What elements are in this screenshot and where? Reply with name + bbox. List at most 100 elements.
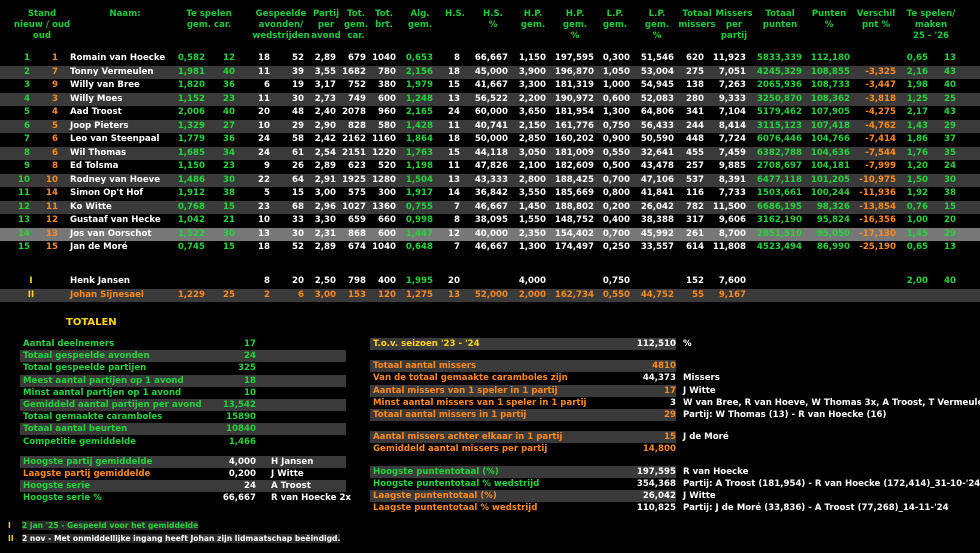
cell-tsg: 1,43 (906, 120, 928, 131)
cell-car: 15 (223, 242, 235, 252)
cell-tsg: 2,17 (906, 107, 928, 117)
cell-brt: 600 (378, 228, 396, 239)
stat-row: Competitie gemiddelde 1,466 (20, 436, 346, 448)
stat-value: 10 (244, 387, 256, 398)
cell-hpp: 181,319 (554, 80, 594, 90)
cell-hp: 3,650 (518, 107, 546, 117)
stat-value: 17 (244, 339, 256, 349)
table-row[interactable]: 14 13 Jos van Oorschot 1,522 30 13 30 2,31 868 60… (0, 227, 980, 241)
cell-mark: II (27, 289, 35, 300)
cell-new: 1 (24, 53, 30, 63)
cell-ppa: 2,91 (314, 174, 336, 185)
stat-value: 18 (244, 375, 256, 386)
cell-gem: 1,522 (177, 228, 205, 239)
cell-miss: 55 (692, 289, 704, 300)
cell-tsc: 29 (944, 228, 956, 239)
table-row[interactable]: 11 14 Simon Op't Hof 1,912 38 5 15 3,00 575 300 1,… (0, 187, 980, 200)
column-header: Te spelen gem. car. (186, 9, 232, 30)
cell-ptsp: 104,636 (810, 147, 850, 158)
table-row[interactable]: 5 4 Aad Troost 2,006 40 20 48 2,40 2078 960 2,165 2… (0, 106, 980, 119)
cell-lpp: 26,042 (640, 201, 674, 212)
cell-car: 30 (223, 228, 235, 239)
cell-hs: 8 (454, 215, 460, 225)
cell-hpp: 161,776 (554, 120, 594, 131)
cell-mpp: 11,923 (712, 53, 746, 63)
cell-tsg: 1,76 (906, 147, 928, 158)
cell-car: 30 (223, 174, 235, 185)
cell-hp: 3,900 (518, 66, 546, 77)
stat-value: 0,200 (228, 469, 256, 479)
cell-alg: 2,156 (405, 66, 433, 77)
cell-ptsp: 108,855 (810, 66, 850, 77)
stat-row: Hoogste serie 24 A Troost (20, 480, 346, 493)
stat-extra: Partij: A Troost (181,954) - R van Hoeck… (683, 478, 980, 489)
table-row[interactable]: 8 6 Wil Thomas 1,685 34 24 61 2,54 2151 1220 1,763… (0, 146, 980, 160)
extra-row[interactable]: I Henk Jansen 8 20 2,50 798 400 1,995 20 4,000 0,7… (0, 275, 980, 288)
cell-hp: 2,200 (518, 93, 546, 104)
cell-pts: 6076,446 (756, 134, 802, 144)
cell-hs: 15 (448, 147, 460, 158)
table-row[interactable]: 9 8 Ed Tolsma 1,150 23 9 26 2,89 623 520 1,198 11 47… (0, 160, 980, 173)
table-row[interactable]: 4 3 Willy Moes 1,152 23 11 30 2,73 749 600 1,248 13… (0, 92, 980, 106)
table-row[interactable]: 6 5 Joop Pieters 1,329 27 10 29 2,90 828 580 1,428… (0, 119, 980, 133)
cell-totcar: 1027 (342, 201, 366, 212)
stat-extra: Missers (683, 373, 720, 384)
table-row[interactable]: 3 9 Willy van Bree 1,820 36 6 19 3,17 752 380 1,97… (0, 79, 980, 92)
cell-ptsp: 107,418 (810, 120, 850, 131)
cell-hpp: 160,202 (554, 134, 594, 144)
stat-label: Laagste puntentotaal (%) (373, 491, 497, 501)
cell-hsp: 46,667 (474, 242, 508, 252)
cell-hs: 13 (448, 174, 460, 185)
table-row[interactable]: 12 11 Ko Witte 0,768 15 23 68 2,96 1027 1360 0,755… (0, 200, 980, 214)
cell-lpp: 52,083 (640, 93, 674, 104)
cell-hsp: 52,000 (474, 289, 508, 300)
stat-value: 3 (670, 397, 676, 408)
cell-tsc: 20 (944, 215, 956, 225)
cell-new: 8 (24, 147, 30, 158)
cell-name: Johan Sijnesael (70, 289, 144, 300)
cell-new: 5 (24, 107, 30, 117)
stat-label: Aantal missers van 1 speler in 1 partij (373, 385, 558, 396)
cell-tsc: 29 (944, 120, 956, 131)
cell-lp: 0,400 (602, 215, 630, 225)
cell-car: 34 (223, 147, 235, 158)
cell-mpp: 7,459 (718, 147, 746, 158)
cell-ptsp: 104,181 (810, 161, 850, 171)
cell-totcar: 153 (348, 289, 366, 300)
cell-totcar: 2078 (342, 107, 366, 117)
column-header: Stand nieuw / oud oud (13, 9, 71, 41)
stat-value: 112,510 (636, 339, 676, 349)
table-row[interactable]: 2 7 Tonny Vermeulen 1,981 40 11 39 3,55 1682 780 2… (0, 65, 980, 79)
cell-totcar: 679 (348, 53, 366, 63)
table-row[interactable]: 13 12 Gustaaf van Hecke 1,042 21 10 33 3,30 659 6… (0, 214, 980, 227)
cell-hp: 4,000 (518, 276, 546, 286)
cell-hpp: 190,972 (554, 93, 594, 104)
cell-totcar: 2151 (342, 147, 366, 158)
cell-av: 24 (258, 134, 270, 144)
cell-alg: 1,248 (405, 93, 433, 104)
totals-title: TOTALEN (66, 317, 117, 328)
cell-tsc: 43 (944, 107, 956, 117)
cell-gem: 1,486 (177, 174, 205, 185)
cell-gem: 1,981 (177, 66, 205, 77)
cell-hsp: 36,842 (474, 188, 508, 198)
stat-value: 325 (238, 363, 256, 374)
cell-miss: 244 (686, 120, 704, 131)
table-row[interactable]: 10 10 Rodney van Hoeve 1,486 30 22 64 2,91 1925 1… (0, 173, 980, 187)
stat-value: 24 (244, 351, 256, 362)
extra-row[interactable]: II Johan Sijnesael 1,229 25 2 6 3,00 153 120 1,27… (0, 288, 980, 302)
stat-row: Minst aantal partijen op 1 avond 10 (20, 387, 346, 399)
table-row[interactable]: 1 1 Romain van Hoecke 0,582 12 18 52 2,89 679 104… (0, 52, 980, 65)
cell-tsg: 1,86 (906, 134, 928, 144)
cell-name: Leo van Steenpaal (70, 134, 160, 144)
cell-old: 15 (46, 242, 58, 252)
cell-mpp: 7,733 (718, 188, 746, 198)
cell-tsc: 40 (944, 80, 956, 90)
cell-name: Rodney van Hoeve (70, 174, 161, 185)
table-row[interactable]: 15 15 Jan de Moré 0,745 15 18 52 2,89 674 1040 0,6… (0, 241, 980, 254)
cell-gem: 0,582 (177, 53, 205, 63)
stat-extra: R van Hoecke (683, 466, 749, 477)
table-row[interactable]: 7 6 Leo van Steenpaal 1,779 36 24 58 2,42 2162 11… (0, 133, 980, 146)
cell-new: 15 (18, 242, 30, 252)
cell-av: 11 (258, 93, 270, 104)
